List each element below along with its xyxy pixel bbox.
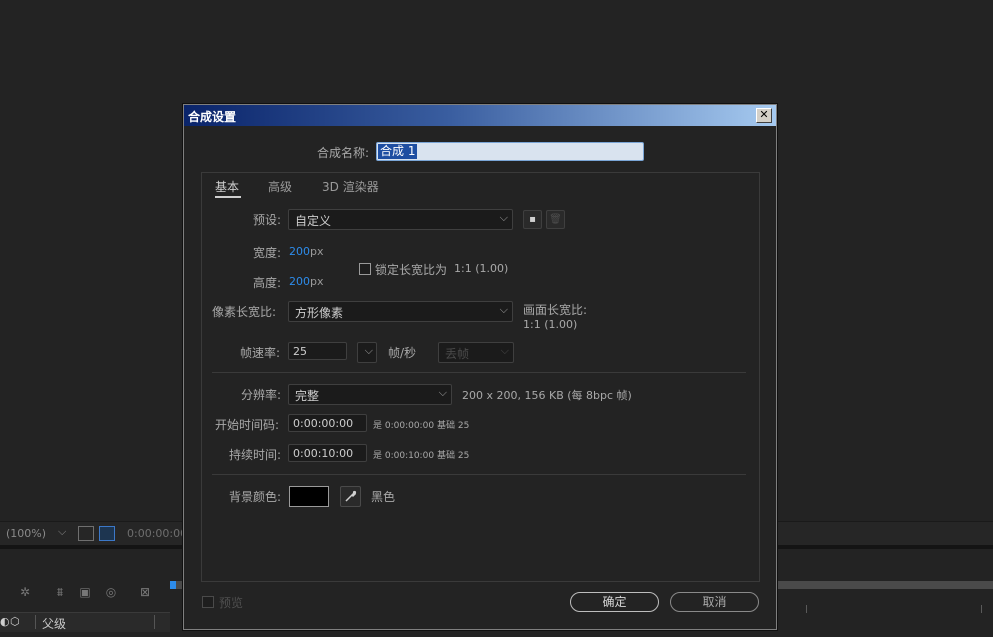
close-button[interactable]: ✕: [756, 108, 772, 123]
duration-input[interactable]: 0:00:10:00: [288, 444, 367, 462]
chevron-down-icon: ⌵: [364, 344, 373, 357]
delete-preset-icon[interactable]: 🗑: [546, 210, 565, 229]
bg-color-swatch[interactable]: [289, 486, 329, 507]
ruler-tick: [806, 605, 807, 613]
preview-label: 预览: [219, 596, 244, 610]
frame-aspect-value: 1:1 (1.00): [523, 318, 578, 331]
dialog-titlebar[interactable]: 合成设置 ✕: [184, 105, 776, 126]
frame-rate-unit: 帧/秒: [388, 346, 417, 360]
chevron-down-icon: ⌵: [500, 344, 509, 357]
comp-name-selection: 合成 1: [378, 144, 418, 159]
section-divider: [212, 372, 746, 373]
tab-basic[interactable]: 基本: [215, 178, 239, 195]
preset-dropdown[interactable]: 自定义 ⌵: [288, 209, 513, 230]
resolution-label: 分辨率:: [241, 388, 282, 402]
drop-frame-value: 丢帧: [445, 347, 470, 361]
viewer-timecode[interactable]: 0:00:00:00: [127, 527, 187, 540]
eyedropper-icon[interactable]: [340, 486, 361, 507]
dialog-title: 合成设置: [188, 110, 237, 124]
duration-note: 是 0:00:10:00: [373, 451, 435, 461]
pixel-aspect-value: 方形像素: [295, 306, 344, 320]
column-separator: [35, 615, 36, 629]
lock-icon[interactable]: ⬡: [10, 615, 20, 628]
frame-blending-icon[interactable]: ▣: [78, 586, 92, 599]
parent-column-header: 父级: [42, 617, 67, 631]
frame-rate-input[interactable]: 25: [288, 342, 347, 360]
column-separator: [154, 615, 155, 629]
chevron-down-icon: ⌵: [438, 386, 447, 399]
work-area-start[interactable]: [170, 581, 176, 589]
transparency-grid-icon[interactable]: [99, 526, 115, 541]
start-timecode-base: 基础 25: [437, 421, 470, 431]
tab-3d-renderer[interactable]: 3D 渲染器: [322, 178, 379, 195]
width-unit: px: [310, 245, 324, 258]
duration-base: 基础 25: [437, 451, 470, 461]
shy-layers-icon[interactable]: ⩩: [53, 586, 67, 599]
cancel-button[interactable]: 取消: [670, 592, 759, 612]
start-timecode-input[interactable]: 0:00:00:00: [288, 414, 367, 432]
height-label: 高度:: [253, 276, 282, 290]
frame-aspect-label: 画面长宽比:: [523, 303, 588, 317]
bg-color-label: 背景颜色:: [229, 490, 282, 504]
section-divider: [212, 474, 746, 475]
height-value[interactable]: 200: [289, 275, 310, 288]
resolution-value: 完整: [295, 389, 320, 403]
start-timecode-note: 是 0:00:00:00: [373, 421, 435, 431]
pixel-aspect-label: 像素长宽比:: [212, 305, 277, 319]
duration-label: 持续时间:: [229, 448, 282, 462]
preset-label: 预设:: [253, 213, 282, 227]
save-preset-icon[interactable]: ▪: [523, 210, 542, 229]
comp-name-input[interactable]: 合成 1: [376, 142, 644, 161]
resolution-info: 200 x 200, 156 KB (每 8bpc 帧): [462, 389, 632, 402]
safe-area-icon[interactable]: [78, 526, 94, 541]
motion-blur-icon[interactable]: ✲: [18, 586, 32, 599]
width-value[interactable]: 200: [289, 245, 310, 258]
active-tab-indicator: [215, 196, 241, 198]
pixel-aspect-dropdown[interactable]: 方形像素 ⌵: [288, 301, 513, 322]
draft-3d-icon[interactable]: ⊠: [138, 586, 152, 599]
frame-rate-dropdown[interactable]: ⌵: [357, 342, 377, 363]
layer-header: ◐ ⬡ 父级: [0, 612, 170, 632]
lock-aspect-checkbox[interactable]: [359, 263, 371, 275]
drop-frame-dropdown[interactable]: 丢帧 ⌵: [438, 342, 514, 363]
ok-button[interactable]: 确定: [570, 592, 659, 612]
comp-name-label: 合成名称:: [317, 146, 370, 160]
settings-panel: [201, 172, 760, 582]
ruler-tick: [981, 605, 982, 613]
chevron-down-icon: ⌵: [499, 303, 508, 316]
resolution-dropdown[interactable]: 完整 ⌵: [288, 384, 452, 405]
lock-aspect-ratio: 1:1 (1.00): [454, 262, 509, 275]
solo-icon[interactable]: ◐: [0, 615, 10, 628]
frame-rate-label: 帧速率:: [240, 346, 281, 360]
bg-color-name: 黑色: [371, 490, 396, 504]
preset-value: 自定义: [295, 214, 332, 228]
lock-aspect-label: 锁定长宽比为: [375, 263, 448, 277]
zoom-level[interactable]: (100%): [6, 527, 46, 540]
composition-settings-dialog: 合成设置 ✕ 合成名称: 合成 1 基本 高级 3D 渲染器 预设: 自定义 ⌵…: [183, 104, 777, 630]
height-unit: px: [310, 275, 324, 288]
start-timecode-label: 开始时间码:: [215, 418, 280, 432]
preview-checkbox[interactable]: [202, 596, 214, 608]
width-label: 宽度:: [253, 246, 282, 260]
chevron-down-icon[interactable]: ⌵: [58, 525, 66, 539]
chevron-down-icon: ⌵: [499, 211, 508, 224]
graph-editor-icon[interactable]: ◎: [104, 586, 118, 599]
tab-advanced[interactable]: 高级: [268, 178, 292, 195]
